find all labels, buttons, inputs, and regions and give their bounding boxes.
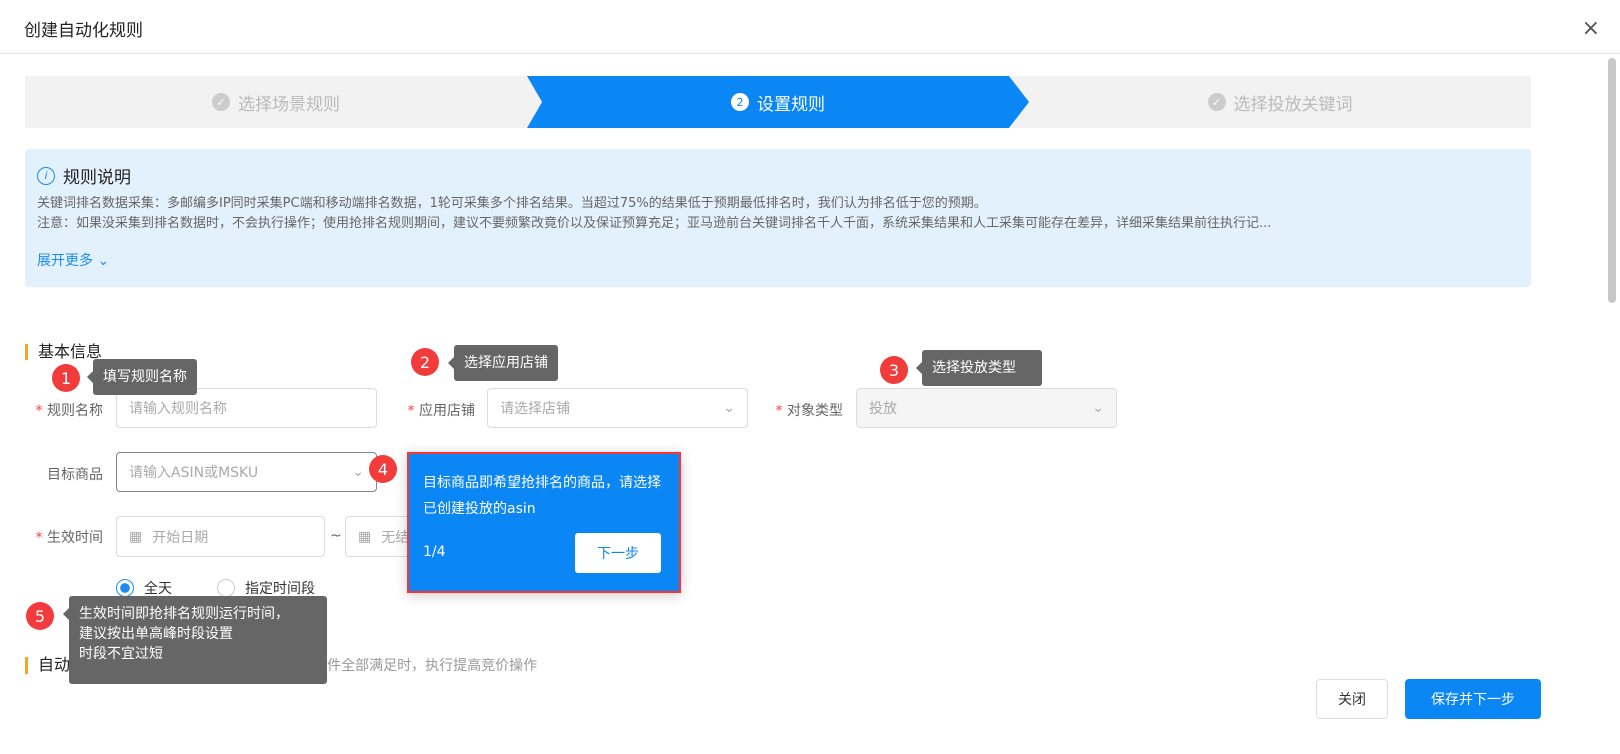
- radio-all-day[interactable]: 全天: [116, 578, 172, 598]
- guide-popover-4: 目标商品即希望抢排名的商品，请选择已创建投放的asin 1/4 下一步: [407, 452, 681, 593]
- date-separator: ~: [330, 528, 342, 544]
- guide-tooltip-2: 选择应用店铺: [448, 345, 558, 381]
- guide-badge-1: 1: [52, 364, 80, 392]
- step-select-scene: ✓ 选择场景规则: [25, 76, 527, 128]
- object-type-label: * 对象类型: [775, 403, 843, 419]
- start-date-input[interactable]: ▦ 开始日期: [116, 516, 325, 557]
- guide-tooltip-3: 选择投放类型: [916, 350, 1042, 386]
- step-label: 选择场景规则: [238, 94, 340, 115]
- step-set-rule: 2 设置规则: [527, 76, 1029, 128]
- check-icon: ✓: [212, 93, 230, 111]
- section-basic-info: 基本信息: [25, 344, 102, 360]
- chevron-down-icon: ⌄: [1092, 400, 1104, 416]
- chevron-down-icon: ⌄: [723, 400, 735, 416]
- stepper: ✓ 选择场景规则 2 设置规则 ✓ 选择投放关键词: [25, 76, 1531, 128]
- radio-time-range[interactable]: 指定时间段: [217, 578, 315, 598]
- chevron-down-icon: ⌄: [352, 464, 364, 480]
- guide-badge-2: 2: [411, 348, 439, 376]
- expand-more-link[interactable]: 展开更多 ⌄: [37, 250, 1519, 270]
- guide-step-count: 1/4: [423, 544, 446, 560]
- info-line: 注意：如果没采集到排名数据时，不会执行操作；使用抢排名规则期间，建议不要频繁改竟…: [37, 216, 1272, 231]
- info-line: 关键词排名数据采集：多邮编多IP同时采集PC端和移动端排名数据，1轮可采集多个排…: [37, 196, 987, 211]
- guide-popover-text: 目标商品即希望抢排名的商品，请选择已创建投放的asin: [423, 475, 661, 517]
- calendar-icon: ▦: [129, 528, 143, 545]
- step-number: 2: [731, 93, 749, 111]
- guide-next-button[interactable]: 下一步: [575, 533, 661, 573]
- close-icon[interactable]: ×: [1582, 16, 1600, 41]
- store-select[interactable]: 请选择店铺 ⌄: [487, 388, 748, 428]
- close-button[interactable]: 关闭: [1316, 679, 1388, 719]
- guide-tooltip-1: 填写规则名称: [87, 359, 197, 395]
- info-title: 规则说明: [63, 168, 131, 188]
- dialog-header: 创建自动化规则 ×: [0, 0, 1620, 54]
- info-icon: i: [37, 166, 55, 185]
- guide-badge-5: 5: [26, 602, 54, 630]
- guide-badge-4: 4: [369, 455, 397, 483]
- step-label: 选择投放关键词: [1233, 94, 1353, 115]
- effective-time-label: * 生效时间: [35, 530, 103, 546]
- scrollbar[interactable]: [1608, 58, 1616, 303]
- guide-badge-3: 3: [880, 356, 908, 384]
- save-next-button[interactable]: 保存并下一步: [1405, 679, 1541, 719]
- target-label: 目标商品: [47, 467, 103, 483]
- step-label: 设置规则: [757, 94, 825, 115]
- dialog-title: 创建自动化规则: [24, 21, 143, 41]
- check-icon: ✓: [1207, 93, 1226, 111]
- step-select-keywords: ✓ 选择投放关键词: [1029, 76, 1531, 128]
- store-label: * 应用店铺: [407, 403, 475, 419]
- guide-tooltip-5: 生效时间即抢排名规则运行时间， 建议按出单高峰时段设置 时段不宜过短: [63, 596, 327, 684]
- calendar-icon: ▦: [358, 528, 372, 545]
- target-product-input[interactable]: 请输入ASIN或MSKU ⌄: [116, 452, 377, 492]
- rule-description: i 规则说明 关键词排名数据采集：多邮编多IP同时采集PC端和移动端排名数据，1轮…: [25, 149, 1531, 287]
- object-type-select: 投放 ⌄: [856, 388, 1117, 428]
- rule-name-label: * 规则名称: [35, 403, 103, 419]
